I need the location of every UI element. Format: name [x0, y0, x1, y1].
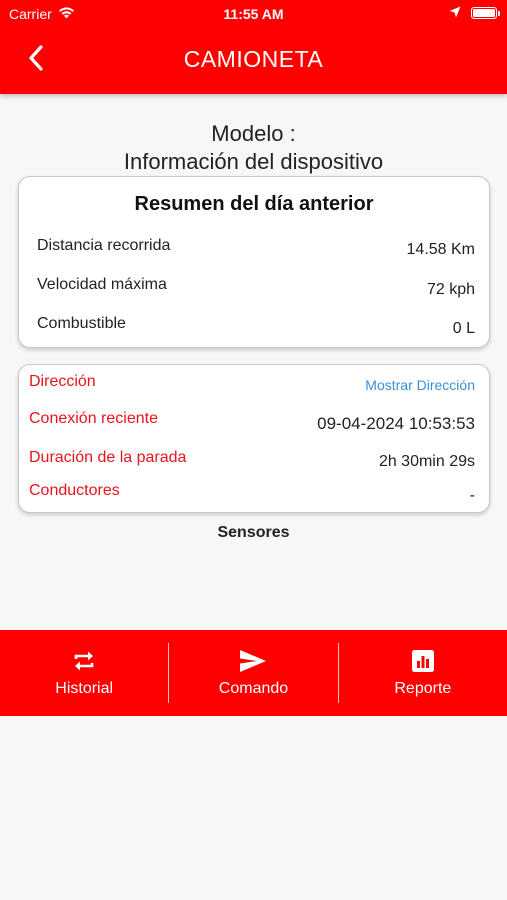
fuel-value: 0 L — [452, 320, 475, 337]
drivers-value: - — [469, 487, 475, 504]
repeat-icon — [72, 648, 96, 674]
send-icon — [239, 648, 267, 674]
summary-row-distance: Distancia recorrida 14.58 Km — [19, 237, 489, 261]
bottom-nav: Historial Comando Reporte — [0, 630, 507, 716]
recent-connection-label: Conexión reciente — [29, 410, 158, 427]
stop-duration-value: 2h 30min 29s — [378, 453, 475, 470]
info-row-drivers: Conductores - — [19, 482, 489, 506]
location-arrow-icon — [449, 5, 461, 21]
fuel-label: Combustible — [37, 315, 126, 332]
summary-row-max-speed: Velocidad máxima 72 kph — [19, 276, 489, 300]
info-row-stop-duration: Duración de la parada 2h 30min 29s — [19, 449, 489, 473]
stop-duration-label: Duración de la parada — [29, 449, 187, 466]
recent-connection-value: 09-04-2024 10:53:53 — [317, 414, 475, 433]
app-header: Carrier 11:55 AM CAMIONETA — [0, 0, 507, 94]
info-row-address: Dirección Mostrar Dirección — [19, 373, 489, 397]
distance-label: Distancia recorrida — [37, 237, 171, 254]
nav-history-label: Historial — [55, 680, 114, 697]
drivers-label: Conductores — [29, 482, 120, 499]
device-info-card: Dirección Mostrar Dirección Conexión rec… — [18, 364, 490, 513]
model-label: Modelo : — [211, 121, 296, 146]
nav-report-label: Reporte — [394, 680, 452, 697]
max-speed-value: 72 kph — [426, 281, 475, 298]
info-row-recent-connection: Conexión reciente 09-04-2024 10:53:53 — [19, 410, 489, 434]
show-address-link[interactable]: Mostrar Dirección — [365, 377, 475, 393]
summary-card: Resumen del día anterior Distancia recor… — [18, 176, 490, 348]
nav-report-button[interactable]: Reporte — [339, 630, 507, 716]
model-heading: Modelo : Información del dispositivo — [0, 120, 507, 176]
summary-title: Resumen del día anterior — [134, 193, 374, 215]
max-speed-label: Velocidad máxima — [37, 276, 167, 293]
battery-icon — [471, 7, 500, 19]
status-time: 11:55 AM — [223, 6, 284, 22]
sensors-heading: Sensores — [217, 524, 290, 541]
status-bar: Carrier 11:55 AM — [0, 0, 507, 30]
report-chart-icon — [411, 648, 434, 674]
page-title: CAMIONETA — [183, 46, 324, 72]
distance-value: 14.58 Km — [406, 241, 475, 258]
address-label: Dirección — [29, 373, 96, 390]
device-info-label: Información del dispositivo — [123, 149, 384, 174]
nav-command-label: Comando — [218, 680, 289, 697]
nav-history-button[interactable]: Historial — [0, 630, 168, 716]
nav-command-button[interactable]: Comando — [169, 630, 337, 716]
status-right — [449, 5, 500, 21]
summary-row-fuel: Combustible 0 L — [19, 315, 489, 339]
